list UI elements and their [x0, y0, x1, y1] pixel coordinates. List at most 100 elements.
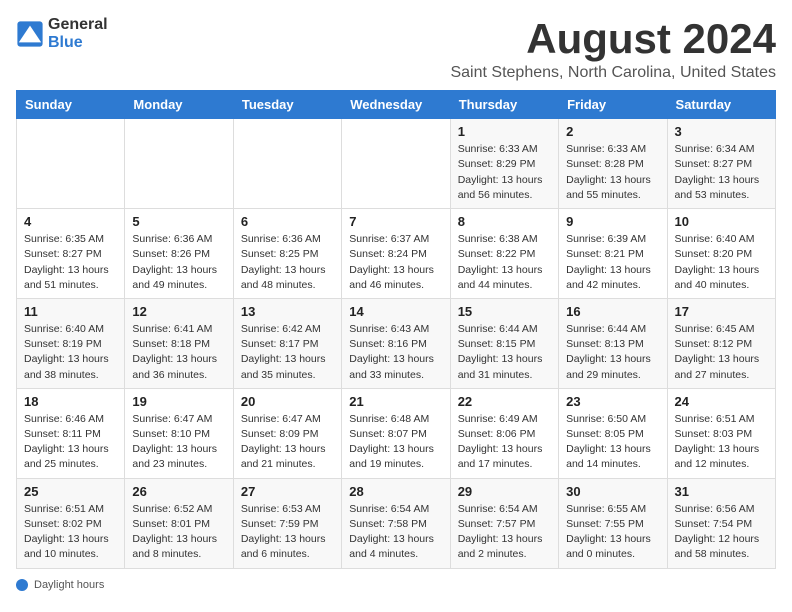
calendar-cell: 6 Sunrise: 6:36 AM Sunset: 8:25 PM Daylig…: [233, 209, 341, 299]
calendar-cell: 24 Sunrise: 6:51 AM Sunset: 8:03 PM Dayli…: [667, 388, 775, 478]
day-number: 19: [132, 394, 225, 409]
calendar-cell: 27 Sunrise: 6:53 AM Sunset: 7:59 PM Dayli…: [233, 478, 341, 568]
day-number: 26: [132, 484, 225, 499]
day-number: 25: [24, 484, 117, 499]
day-number: 16: [566, 304, 659, 319]
header-saturday: Saturday: [667, 91, 775, 119]
day-number: 17: [675, 304, 768, 319]
header-tuesday: Tuesday: [233, 91, 341, 119]
calendar-cell: 3Sunrise: 6:34 AM Sunset: 8:27 PM Daylig…: [667, 119, 775, 209]
calendar-week-4: 25 Sunrise: 6:51 AM Sunset: 8:02 PM Dayli…: [17, 478, 776, 568]
day-info: Sunrise: 6:50 AM Sunset: 8:05 PM Dayligh…: [566, 412, 659, 473]
day-number: 7: [349, 214, 442, 229]
calendar-week-0: 1 Sunrise: 6:33 AM Sunset: 8:29 PM Daylig…: [17, 119, 776, 209]
day-number: 21: [349, 394, 442, 409]
calendar-cell: 25 Sunrise: 6:51 AM Sunset: 8:02 PM Dayli…: [17, 478, 125, 568]
logo: General Blue: [16, 16, 108, 52]
day-info: Sunrise: 6:40 AM Sunset: 8:20 PM Dayligh…: [675, 232, 768, 293]
calendar-cell: 1 Sunrise: 6:33 AM Sunset: 8:29 PM Daylig…: [450, 119, 558, 209]
footer-label: Daylight hours: [34, 579, 104, 591]
day-info: Sunrise: 6:33 AM Sunset: 8:29 PM Dayligh…: [458, 142, 551, 203]
day-info: Sunrise: 6:33 AM Sunset: 8:28 PM Dayligh…: [566, 142, 659, 203]
day-number: 23: [566, 394, 659, 409]
day-info: Sunrise: 6:35 AM Sunset: 8:27 PM Dayligh…: [24, 232, 117, 293]
day-number: 18: [24, 394, 117, 409]
calendar-week-1: 4 Sunrise: 6:35 AM Sunset: 8:27 PM Daylig…: [17, 209, 776, 299]
calendar-cell: 8 Sunrise: 6:38 AM Sunset: 8:22 PM Daylig…: [450, 209, 558, 299]
day-number: 11: [24, 304, 117, 319]
day-info: Sunrise: 6:39 AM Sunset: 8:21 PM Dayligh…: [566, 232, 659, 293]
calendar-cell: 31Sunrise: 6:56 AM Sunset: 7:54 PM Dayli…: [667, 478, 775, 568]
calendar-cell: 22Sunrise: 6:49 AM Sunset: 8:06 PM Dayli…: [450, 388, 558, 478]
calendar-cell: 18 Sunrise: 6:46 AM Sunset: 8:11 PM Dayli…: [17, 388, 125, 478]
calendar-cell: 2Sunrise: 6:33 AM Sunset: 8:28 PM Daylig…: [559, 119, 667, 209]
calendar-cell: 26 Sunrise: 6:52 AM Sunset: 8:01 PM Dayli…: [125, 478, 233, 568]
calendar-cell: 11 Sunrise: 6:40 AM Sunset: 8:19 PM Dayli…: [17, 298, 125, 388]
calendar-cell: 20 Sunrise: 6:47 AM Sunset: 8:09 PM Dayli…: [233, 388, 341, 478]
day-info: Sunrise: 6:47 AM Sunset: 8:09 PM Dayligh…: [241, 412, 334, 473]
calendar-cell: [233, 119, 341, 209]
day-number: 9: [566, 214, 659, 229]
day-number: 13: [241, 304, 334, 319]
header-friday: Friday: [559, 91, 667, 119]
calendar-cell: 14 Sunrise: 6:43 AM Sunset: 8:16 PM Dayli…: [342, 298, 450, 388]
calendar-cell: 19 Sunrise: 6:47 AM Sunset: 8:10 PM Dayli…: [125, 388, 233, 478]
calendar-week-3: 18 Sunrise: 6:46 AM Sunset: 8:11 PM Dayli…: [17, 388, 776, 478]
header-thursday: Thursday: [450, 91, 558, 119]
day-number: 10: [675, 214, 768, 229]
header-wednesday: Wednesday: [342, 91, 450, 119]
day-number: 8: [458, 214, 551, 229]
day-info: Sunrise: 6:36 AM Sunset: 8:25 PM Dayligh…: [241, 232, 334, 293]
day-number: 12: [132, 304, 225, 319]
logo-blue: Blue: [48, 34, 83, 51]
calendar-header-row: SundayMondayTuesdayWednesdayThursdayFrid…: [17, 91, 776, 119]
day-number: 14: [349, 304, 442, 319]
day-info: Sunrise: 6:48 AM Sunset: 8:07 PM Dayligh…: [349, 412, 442, 473]
day-info: Sunrise: 6:55 AM Sunset: 7:55 PM Dayligh…: [566, 502, 659, 563]
day-info: Sunrise: 6:51 AM Sunset: 8:02 PM Dayligh…: [24, 502, 117, 563]
calendar-cell: 17Sunrise: 6:45 AM Sunset: 8:12 PM Dayli…: [667, 298, 775, 388]
calendar-cell: 4 Sunrise: 6:35 AM Sunset: 8:27 PM Daylig…: [17, 209, 125, 299]
day-info: Sunrise: 6:52 AM Sunset: 8:01 PM Dayligh…: [132, 502, 225, 563]
day-info: Sunrise: 6:56 AM Sunset: 7:54 PM Dayligh…: [675, 502, 768, 563]
logo-general: General: [48, 16, 108, 33]
logo-text: General Blue: [48, 16, 108, 52]
day-info: Sunrise: 6:53 AM Sunset: 7:59 PM Dayligh…: [241, 502, 334, 563]
location: Saint Stephens, North Carolina, United S…: [450, 64, 776, 82]
day-number: 6: [241, 214, 334, 229]
day-info: Sunrise: 6:41 AM Sunset: 8:18 PM Dayligh…: [132, 322, 225, 383]
calendar-cell: [17, 119, 125, 209]
day-info: Sunrise: 6:44 AM Sunset: 8:13 PM Dayligh…: [566, 322, 659, 383]
day-info: Sunrise: 6:34 AM Sunset: 8:27 PM Dayligh…: [675, 142, 768, 203]
footer-dot: [16, 579, 28, 591]
month-title: August 2024: [450, 16, 776, 62]
calendar-cell: [342, 119, 450, 209]
day-info: Sunrise: 6:44 AM Sunset: 8:15 PM Dayligh…: [458, 322, 551, 383]
calendar-cell: 16 Sunrise: 6:44 AM Sunset: 8:13 PM Dayli…: [559, 298, 667, 388]
header-monday: Monday: [125, 91, 233, 119]
day-info: Sunrise: 6:51 AM Sunset: 8:03 PM Dayligh…: [675, 412, 768, 473]
day-info: Sunrise: 6:54 AM Sunset: 7:57 PM Dayligh…: [458, 502, 551, 563]
title-block: August 2024 Saint Stephens, North Caroli…: [450, 16, 776, 82]
calendar-table: SundayMondayTuesdayWednesdayThursdayFrid…: [16, 90, 776, 568]
day-number: 20: [241, 394, 334, 409]
day-number: 1: [458, 124, 551, 139]
day-info: Sunrise: 6:43 AM Sunset: 8:16 PM Dayligh…: [349, 322, 442, 383]
day-info: Sunrise: 6:47 AM Sunset: 8:10 PM Dayligh…: [132, 412, 225, 473]
calendar-cell: 21 Sunrise: 6:48 AM Sunset: 8:07 PM Dayli…: [342, 388, 450, 478]
day-info: Sunrise: 6:42 AM Sunset: 8:17 PM Dayligh…: [241, 322, 334, 383]
day-number: 4: [24, 214, 117, 229]
calendar-cell: 9 Sunrise: 6:39 AM Sunset: 8:21 PM Daylig…: [559, 209, 667, 299]
day-info: Sunrise: 6:46 AM Sunset: 8:11 PM Dayligh…: [24, 412, 117, 473]
day-info: Sunrise: 6:40 AM Sunset: 8:19 PM Dayligh…: [24, 322, 117, 383]
calendar-cell: [125, 119, 233, 209]
day-info: Sunrise: 6:38 AM Sunset: 8:22 PM Dayligh…: [458, 232, 551, 293]
day-number: 27: [241, 484, 334, 499]
day-number: 24: [675, 394, 768, 409]
day-number: 28: [349, 484, 442, 499]
calendar-cell: 10 Sunrise: 6:40 AM Sunset: 8:20 PM Dayli…: [667, 209, 775, 299]
day-number: 22: [458, 394, 551, 409]
logo-icon: [16, 20, 44, 48]
footer: Daylight hours: [16, 579, 776, 591]
calendar-cell: 5Sunrise: 6:36 AM Sunset: 8:26 PM Daylig…: [125, 209, 233, 299]
